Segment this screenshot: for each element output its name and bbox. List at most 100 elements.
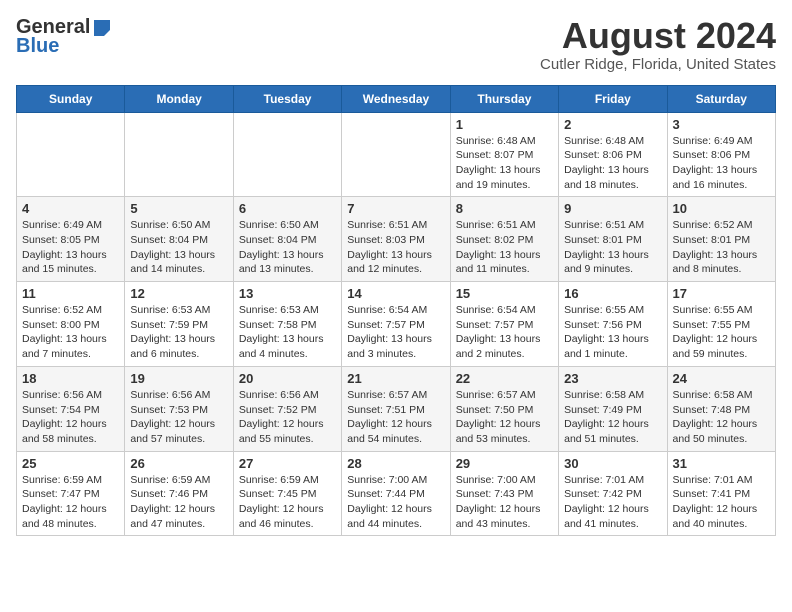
day-info: Sunrise: 7:01 AM Sunset: 7:42 PM Dayligh…	[564, 473, 661, 532]
month-year-title: August 2024	[540, 16, 776, 56]
calendar-cell: 6 Sunrise: 6:50 AM Sunset: 8:04 PM Daylig…	[233, 197, 341, 282]
day-number: 16	[564, 286, 661, 301]
day-number: 10	[673, 201, 770, 216]
calendar-week-1: 1 Sunrise: 6:48 AM Sunset: 8:07 PM Daylig…	[17, 112, 776, 197]
day-number: 4	[22, 201, 119, 216]
day-number: 18	[22, 371, 119, 386]
calendar-cell: 13 Sunrise: 6:53 AM Sunset: 7:58 PM Dayli…	[233, 282, 341, 367]
calendar-cell: 12Sunrise: 6:53 AM Sunset: 7:59 PM Dayli…	[125, 282, 233, 367]
day-info: Sunrise: 6:48 AM Sunset: 8:06 PM Dayligh…	[564, 134, 661, 193]
day-info: Sunrise: 6:58 AM Sunset: 7:49 PM Dayligh…	[564, 388, 661, 447]
day-number: 11	[22, 286, 119, 301]
calendar-cell: 25Sunrise: 6:59 AM Sunset: 7:47 PM Dayli…	[17, 451, 125, 536]
day-info: Sunrise: 6:54 AM Sunset: 7:57 PM Dayligh…	[456, 303, 553, 362]
day-number: 2	[564, 117, 661, 132]
day-number: 5	[130, 201, 227, 216]
day-info: Sunrise: 6:58 AM Sunset: 7:48 PM Dayligh…	[673, 388, 770, 447]
day-number: 20	[239, 371, 336, 386]
calendar-cell: 31Sunrise: 7:01 AM Sunset: 7:41 PM Dayli…	[667, 451, 775, 536]
day-info: Sunrise: 6:56 AM Sunset: 7:52 PM Dayligh…	[239, 388, 336, 447]
day-number: 1	[456, 117, 553, 132]
calendar-cell: 7Sunrise: 6:51 AM Sunset: 8:03 PM Daylig…	[342, 197, 450, 282]
calendar-cell: 21 Sunrise: 6:57 AM Sunset: 7:51 PM Dayli…	[342, 366, 450, 451]
day-number: 29	[456, 456, 553, 471]
calendar-cell: 28 Sunrise: 7:00 AM Sunset: 7:44 PM Dayli…	[342, 451, 450, 536]
calendar-cell	[233, 112, 341, 197]
calendar-cell: 20 Sunrise: 6:56 AM Sunset: 7:52 PM Dayli…	[233, 366, 341, 451]
weekday-header-wednesday: Wednesday	[342, 85, 450, 112]
day-info: Sunrise: 6:56 AM Sunset: 7:53 PM Dayligh…	[130, 388, 227, 447]
day-number: 21	[347, 371, 444, 386]
day-info: Sunrise: 6:57 AM Sunset: 7:51 PM Dayligh…	[347, 388, 444, 447]
header: General Blue August 2024 Cutler Ridge, F…	[16, 16, 776, 73]
calendar-cell: 29Sunrise: 7:00 AM Sunset: 7:43 PM Dayli…	[450, 451, 558, 536]
day-number: 19	[130, 371, 227, 386]
day-number: 27	[239, 456, 336, 471]
day-info: Sunrise: 6:55 AM Sunset: 7:55 PM Dayligh…	[673, 303, 770, 362]
weekday-header-friday: Friday	[559, 85, 667, 112]
weekday-header-tuesday: Tuesday	[233, 85, 341, 112]
weekday-header-monday: Monday	[125, 85, 233, 112]
calendar-cell: 23 Sunrise: 6:58 AM Sunset: 7:49 PM Dayli…	[559, 366, 667, 451]
day-info: Sunrise: 6:53 AM Sunset: 7:58 PM Dayligh…	[239, 303, 336, 362]
day-number: 8	[456, 201, 553, 216]
calendar-cell: 22Sunrise: 6:57 AM Sunset: 7:50 PM Dayli…	[450, 366, 558, 451]
day-info: Sunrise: 6:51 AM Sunset: 8:02 PM Dayligh…	[456, 218, 553, 277]
location-subtitle: Cutler Ridge, Florida, United States	[540, 56, 776, 73]
day-number: 6	[239, 201, 336, 216]
calendar-week-5: 25Sunrise: 6:59 AM Sunset: 7:47 PM Dayli…	[17, 451, 776, 536]
calendar-cell: 14Sunrise: 6:54 AM Sunset: 7:57 PM Dayli…	[342, 282, 450, 367]
day-number: 26	[130, 456, 227, 471]
calendar-cell	[125, 112, 233, 197]
day-number: 23	[564, 371, 661, 386]
day-info: Sunrise: 6:50 AM Sunset: 8:04 PM Dayligh…	[130, 218, 227, 277]
calendar-table: SundayMondayTuesdayWednesdayThursdayFrid…	[16, 85, 776, 537]
calendar-cell: 18 Sunrise: 6:56 AM Sunset: 7:54 PM Dayli…	[17, 366, 125, 451]
calendar-cell: 10 Sunrise: 6:52 AM Sunset: 8:01 PM Dayli…	[667, 197, 775, 282]
calendar-cell: 3 Sunrise: 6:49 AM Sunset: 8:06 PM Daylig…	[667, 112, 775, 197]
logo-icon	[92, 18, 112, 38]
calendar-cell	[342, 112, 450, 197]
weekday-header-sunday: Sunday	[17, 85, 125, 112]
day-info: Sunrise: 6:52 AM Sunset: 8:01 PM Dayligh…	[673, 218, 770, 277]
day-info: Sunrise: 6:59 AM Sunset: 7:45 PM Dayligh…	[239, 473, 336, 532]
calendar-cell: 5 Sunrise: 6:50 AM Sunset: 8:04 PM Daylig…	[125, 197, 233, 282]
day-number: 15	[456, 286, 553, 301]
day-info: Sunrise: 6:48 AM Sunset: 8:07 PM Dayligh…	[456, 134, 553, 193]
calendar-cell: 4Sunrise: 6:49 AM Sunset: 8:05 PM Daylig…	[17, 197, 125, 282]
calendar-cell: 1 Sunrise: 6:48 AM Sunset: 8:07 PM Daylig…	[450, 112, 558, 197]
weekday-header-saturday: Saturday	[667, 85, 775, 112]
day-number: 13	[239, 286, 336, 301]
day-info: Sunrise: 6:49 AM Sunset: 8:06 PM Dayligh…	[673, 134, 770, 193]
day-info: Sunrise: 7:00 AM Sunset: 7:44 PM Dayligh…	[347, 473, 444, 532]
day-number: 9	[564, 201, 661, 216]
day-info: Sunrise: 6:55 AM Sunset: 7:56 PM Dayligh…	[564, 303, 661, 362]
day-number: 28	[347, 456, 444, 471]
calendar-cell: 9 Sunrise: 6:51 AM Sunset: 8:01 PM Daylig…	[559, 197, 667, 282]
calendar-week-2: 4Sunrise: 6:49 AM Sunset: 8:05 PM Daylig…	[17, 197, 776, 282]
weekday-header-thursday: Thursday	[450, 85, 558, 112]
calendar-week-3: 11Sunrise: 6:52 AM Sunset: 8:00 PM Dayli…	[17, 282, 776, 367]
day-number: 17	[673, 286, 770, 301]
calendar-week-4: 18 Sunrise: 6:56 AM Sunset: 7:54 PM Dayli…	[17, 366, 776, 451]
day-info: Sunrise: 6:56 AM Sunset: 7:54 PM Dayligh…	[22, 388, 119, 447]
calendar-cell: 26 Sunrise: 6:59 AM Sunset: 7:46 PM Dayli…	[125, 451, 233, 536]
day-info: Sunrise: 6:59 AM Sunset: 7:47 PM Dayligh…	[22, 473, 119, 532]
calendar-cell: 11Sunrise: 6:52 AM Sunset: 8:00 PM Dayli…	[17, 282, 125, 367]
day-number: 30	[564, 456, 661, 471]
day-info: Sunrise: 6:51 AM Sunset: 8:01 PM Dayligh…	[564, 218, 661, 277]
calendar-cell: 27 Sunrise: 6:59 AM Sunset: 7:45 PM Dayli…	[233, 451, 341, 536]
calendar-cell: 8 Sunrise: 6:51 AM Sunset: 8:02 PM Daylig…	[450, 197, 558, 282]
calendar-cell: 16 Sunrise: 6:55 AM Sunset: 7:56 PM Dayli…	[559, 282, 667, 367]
logo: General Blue	[16, 16, 112, 58]
calendar-cell: 24Sunrise: 6:58 AM Sunset: 7:48 PM Dayli…	[667, 366, 775, 451]
day-number: 7	[347, 201, 444, 216]
day-info: Sunrise: 6:50 AM Sunset: 8:04 PM Dayligh…	[239, 218, 336, 277]
day-info: Sunrise: 6:57 AM Sunset: 7:50 PM Dayligh…	[456, 388, 553, 447]
day-number: 31	[673, 456, 770, 471]
day-number: 12	[130, 286, 227, 301]
day-info: Sunrise: 6:59 AM Sunset: 7:46 PM Dayligh…	[130, 473, 227, 532]
calendar-cell: 2 Sunrise: 6:48 AM Sunset: 8:06 PM Daylig…	[559, 112, 667, 197]
weekday-header-row: SundayMondayTuesdayWednesdayThursdayFrid…	[17, 85, 776, 112]
day-number: 3	[673, 117, 770, 132]
